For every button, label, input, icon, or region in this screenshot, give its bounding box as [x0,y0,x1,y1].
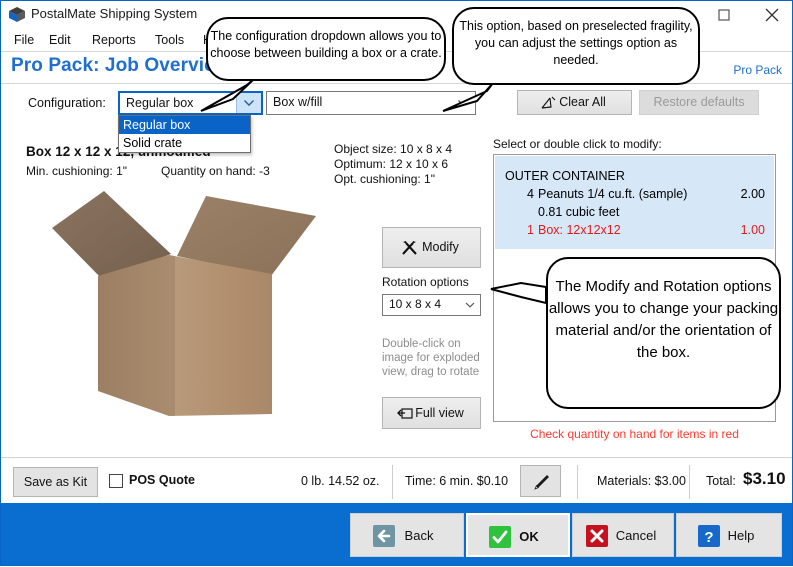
callout-option: This option, based on preselected fragil… [452,7,700,85]
chevron-down-icon[interactable] [451,92,475,114]
pro-pack-link[interactable]: Pro Pack [733,63,782,77]
application-window: PostalMate Shipping System File Edit Rep… [0,0,793,566]
list-item-header[interactable]: OUTER CONTAINER [494,169,775,186]
list-item-detail[interactable]: 0.81 cubic feet [494,205,775,222]
cardboard-box-illustration[interactable] [36,186,366,436]
outer-container-label: OUTER CONTAINER [505,169,625,183]
chevron-down-icon[interactable] [460,295,480,315]
help-button[interactable]: ? Help [676,513,782,557]
fill-type-select-value: Box w/fill [273,95,323,109]
help-label: Help [727,528,755,543]
dropdown-option-regular-box[interactable]: Regular box [119,116,250,134]
list-item-name: Peanuts 1/4 cu.ft. (sample) [538,187,688,201]
footer-divider [1,457,792,458]
save-as-kit-button[interactable]: Save as Kit [13,467,98,497]
configuration-select[interactable]: Regular box [118,91,263,115]
optimum-size: Optimum: 12 x 10 x 6 [334,157,449,171]
weight-value: 0 lb. 14.52 oz. [301,474,380,488]
materials-value: Materials: $3.00 [597,474,686,488]
edit-time-button[interactable] [520,465,561,497]
rotation-options-label: Rotation options [382,275,469,289]
rotation-options-select[interactable]: 10 x 8 x 4 [382,294,481,316]
image-hint-text: Double-click on image for exploded view,… [382,338,480,378]
fill-type-select[interactable]: Box w/fill [266,91,476,115]
optimum-cushioning: Opt. cushioning: 1" [334,172,435,186]
quantity-on-hand-value: -3 [259,164,270,178]
configuration-dropdown-list[interactable]: Regular box Solid crate [118,115,251,153]
close-icon[interactable] [750,1,793,29]
callout-configuration: The configuration dropdown allows you to… [206,17,446,81]
pos-quote-label: POS Quote [129,473,195,487]
save-as-kit-label: Save as Kit [23,475,88,489]
pencil-icon [533,473,551,494]
list-item-name: Box: 12x12x12 [538,223,621,237]
rotation-options-value: 10 x 8 x 4 [389,297,442,311]
list-item[interactable]: 4 Peanuts 1/4 cu.ft. (sample) 2.00 [494,187,775,204]
maximize-icon[interactable] [702,1,746,29]
object-size: Object size: 10 x 8 x 4 [334,142,453,156]
items-panel-label: Select or double click to modify: [493,137,662,151]
clear-all-button[interactable]: Clear All [517,90,632,115]
ok-button[interactable]: OK [465,512,571,558]
back-label: Back [404,528,434,543]
cancel-label: Cancel [615,528,657,543]
ok-label: OK [519,529,539,544]
callout-modify: The Modify and Rotation options allows y… [546,257,781,409]
restore-defaults-label: Restore defaults [653,95,745,109]
chevron-down-icon[interactable] [236,93,261,113]
menu-item-edit[interactable]: Edit [43,31,77,49]
list-item-price: 1.00 [740,223,765,237]
clear-all-label: Clear All [559,95,606,109]
full-view-label: Full view [415,406,464,420]
menu-item-reports[interactable]: Reports [86,31,142,49]
full-view-button[interactable]: Full view [382,397,481,429]
quantity-warning: Check quantity on hand for items in red [530,427,739,441]
dropdown-option-solid-crate[interactable]: Solid crate [119,134,250,152]
min-cushioning-label: Min. cushioning: [26,164,113,178]
modify-label: Modify [422,240,459,254]
list-item-price: 2.00 [740,187,765,201]
configuration-select-value: Regular box [126,96,194,110]
modify-button[interactable]: Modify [382,227,481,268]
quantity-on-hand-label: Quantity on hand: [161,164,256,178]
configuration-label: Configuration: [28,96,106,110]
back-button[interactable]: Back [350,513,464,557]
time-value: Time: 6 min. $0.10 [405,474,509,488]
window-title: PostalMate Shipping System [31,6,198,21]
footer-separator-2 [577,465,578,499]
footer-separator-1 [392,465,393,499]
page-title: Pro Pack: Job Overview [11,55,230,76]
menu-item-file[interactable]: File [8,31,40,49]
list-item[interactable]: 1 Box: 12x12x12 1.00 [494,223,775,240]
total-value: $3.10 [743,469,786,488]
list-item-volume: 0.81 cubic feet [538,205,620,219]
footer-separator-3 [689,465,690,499]
action-bar: Back OK Cancel ? Help [1,503,792,565]
box-logo-icon [9,7,25,22]
menu-item-tools[interactable]: Tools [149,31,190,49]
quantity-on-hand: Quantity on hand: -3 [161,164,270,178]
min-cushioning-value: 1" [116,164,127,178]
pos-quote-checkbox[interactable] [109,474,123,488]
total-label: Total: [706,474,736,488]
list-item-qty: 1 [527,223,534,237]
restore-defaults-button[interactable]: Restore defaults [639,90,759,115]
min-cushioning: Min. cushioning: 1" [26,164,127,178]
list-item-qty: 4 [527,187,534,201]
cancel-button[interactable]: Cancel [572,513,674,557]
